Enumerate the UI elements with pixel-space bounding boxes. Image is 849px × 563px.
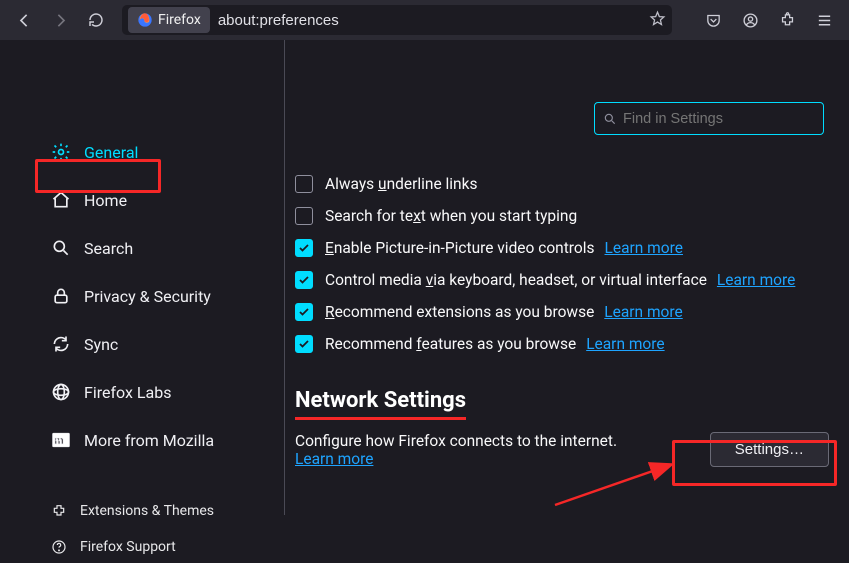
sidebar-item-sync[interactable]: Sync	[0, 322, 284, 366]
checkbox-row: Enable Picture-in-Picture video controls…	[295, 239, 829, 257]
learn-more-link[interactable]: Learn more	[717, 271, 795, 289]
learn-more-link[interactable]: Learn more	[604, 303, 682, 321]
identity-label: Firefox	[158, 12, 201, 28]
sidebar-item-more[interactable]: m More from Mozilla	[0, 418, 284, 462]
toolbar-right-icons	[696, 4, 841, 36]
checkbox[interactable]	[295, 175, 313, 193]
back-button[interactable]	[8, 4, 40, 36]
checkbox-label: Enable Picture-in-Picture video controls	[325, 239, 595, 257]
firefox-logo-icon	[137, 12, 153, 28]
network-settings-heading: Network Settings	[295, 388, 829, 420]
sidebar-sub-support[interactable]: Firefox Support	[0, 531, 284, 563]
pocket-icon[interactable]	[696, 4, 730, 36]
checkbox-row: Always underline links	[295, 175, 829, 193]
reload-button[interactable]	[80, 4, 112, 36]
checkbox-row: Recommend features as you browse Learn mo…	[295, 335, 829, 353]
sidebar-item-label: Sync	[84, 335, 118, 354]
network-settings-button[interactable]: Settings…	[710, 432, 829, 467]
sidebar-sub-extensions[interactable]: Extensions & Themes	[0, 495, 284, 527]
menu-icon[interactable]	[807, 4, 841, 36]
labs-icon	[50, 381, 72, 403]
forward-button[interactable]	[44, 4, 76, 36]
find-in-settings[interactable]	[594, 102, 824, 135]
main-panel: Always underline links Search for text wh…	[285, 40, 849, 515]
checkbox[interactable]	[295, 335, 313, 353]
settings-sidebar: General Home Search Privacy & Security S…	[0, 40, 285, 515]
sidebar-item-general[interactable]: General	[0, 130, 284, 174]
sidebar-item-label: Search	[84, 239, 133, 258]
checkbox-label: Recommend extensions as you browse	[325, 303, 594, 321]
sidebar-item-labs[interactable]: Firefox Labs	[0, 370, 284, 414]
bookmark-star-icon[interactable]	[649, 10, 666, 31]
extensions-icon[interactable]	[770, 4, 804, 36]
browser-toolbar: Firefox	[0, 0, 849, 40]
network-description: Configure how Firefox connects to the in…	[295, 432, 617, 450]
account-icon[interactable]	[733, 4, 767, 36]
lock-icon	[50, 285, 72, 307]
sidebar-sub-label: Firefox Support	[80, 539, 176, 555]
sidebar-item-home[interactable]: Home	[0, 178, 284, 222]
search-icon	[50, 237, 72, 259]
checkbox-row: Search for text when you start typing	[295, 207, 829, 225]
checkbox-label: Control media via keyboard, headset, or …	[325, 271, 707, 289]
network-learn-more-link[interactable]: Learn more	[295, 450, 617, 468]
site-identity[interactable]: Firefox	[128, 7, 210, 33]
find-input[interactable]	[623, 111, 815, 127]
sync-icon	[50, 333, 72, 355]
gear-icon	[50, 141, 72, 163]
sidebar-item-label: General	[84, 143, 138, 162]
checkbox-label: Search for text when you start typing	[325, 207, 577, 225]
checkbox[interactable]	[295, 303, 313, 321]
sidebar-item-label: Firefox Labs	[84, 383, 171, 402]
sidebar-item-search[interactable]: Search	[0, 226, 284, 270]
home-icon	[50, 189, 72, 211]
sidebar-item-privacy[interactable]: Privacy & Security	[0, 274, 284, 318]
sidebar-item-label: Home	[84, 191, 127, 210]
checkbox-row: Control media via keyboard, headset, or …	[295, 271, 829, 289]
checkbox-label: Recommend features as you browse	[325, 335, 576, 353]
puzzle-icon	[50, 502, 68, 520]
help-icon	[50, 538, 68, 556]
search-icon	[603, 112, 617, 126]
checkbox[interactable]	[295, 207, 313, 225]
checkbox-label: Always underline links	[325, 175, 477, 193]
learn-more-link[interactable]: Learn more	[586, 335, 664, 353]
checkbox[interactable]	[295, 271, 313, 289]
sidebar-sub-label: Extensions & Themes	[80, 503, 214, 519]
mozilla-icon: m	[50, 429, 72, 451]
svg-text:m: m	[54, 434, 63, 447]
url-bar[interactable]: Firefox	[122, 5, 672, 35]
checkbox-row: Recommend extensions as you browse Learn …	[295, 303, 829, 321]
sidebar-item-label: Privacy & Security	[84, 287, 211, 306]
url-input[interactable]	[214, 12, 649, 29]
sidebar-item-label: More from Mozilla	[84, 431, 214, 450]
learn-more-link[interactable]: Learn more	[605, 239, 683, 257]
checkbox[interactable]	[295, 239, 313, 257]
